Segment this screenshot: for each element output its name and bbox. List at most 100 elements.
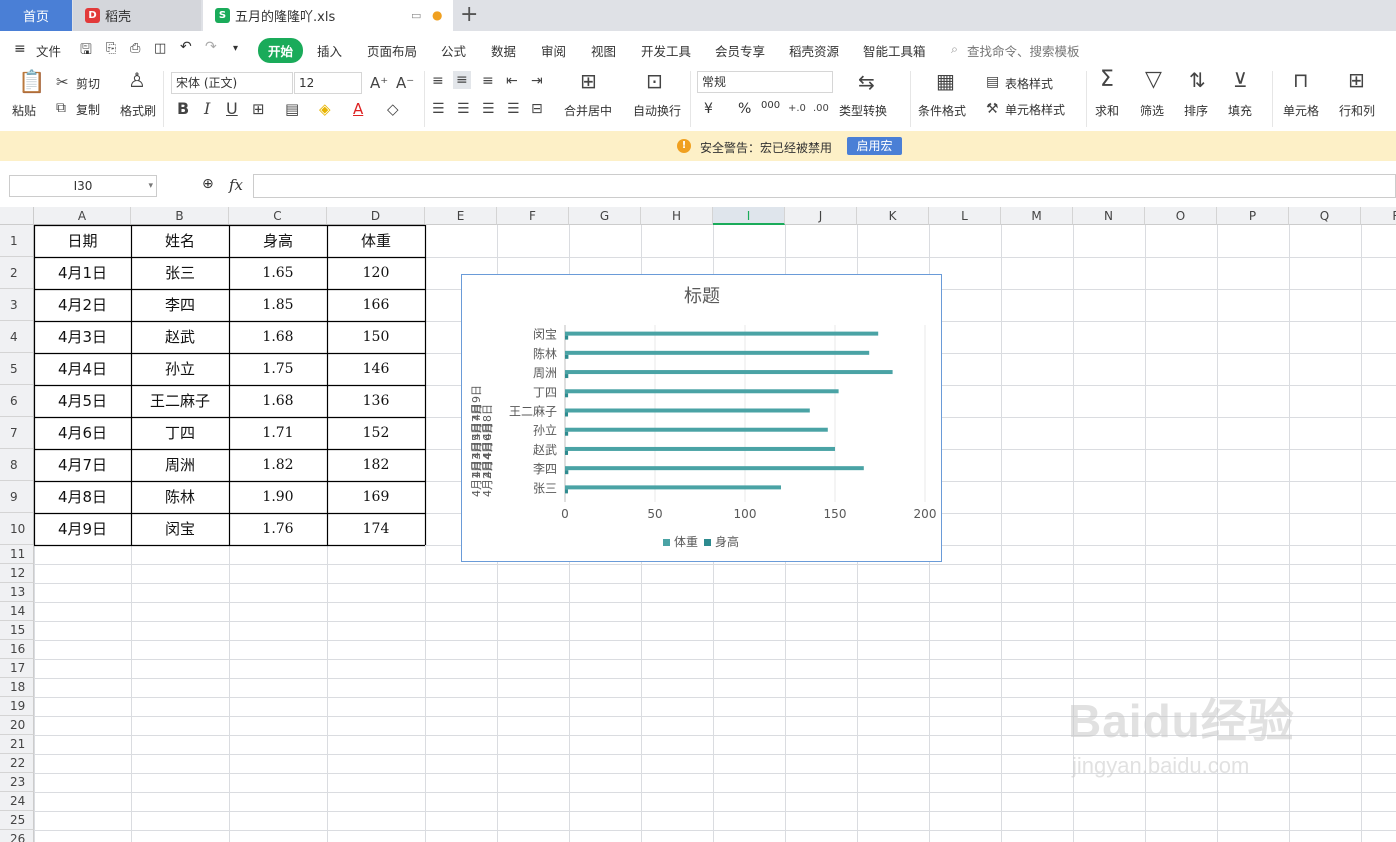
row-header[interactable]: 9	[0, 481, 34, 513]
table-cell[interactable]: 4月1日	[34, 257, 131, 289]
italic-icon[interactable]: I	[204, 100, 210, 118]
menu-data[interactable]: 数据	[491, 41, 516, 60]
row-header[interactable]: 17	[0, 659, 34, 678]
column-header[interactable]: O	[1145, 207, 1217, 225]
indent-increase-icon[interactable]: ⇥	[531, 72, 543, 90]
table-style-button[interactable]: 表格样式	[1005, 75, 1053, 92]
align-middle-icon[interactable]: ≡	[453, 71, 471, 89]
tab-file[interactable]: S 五月的隆隆吖.xls ▭ ●	[203, 0, 453, 31]
table-cell[interactable]: 152	[327, 417, 425, 449]
menu-review[interactable]: 审阅	[541, 41, 566, 60]
align-right-icon[interactable]: ☰	[482, 100, 495, 118]
decimal-increase-icon[interactable]: +.0	[788, 100, 806, 118]
table-cell[interactable]: 4月7日	[34, 449, 131, 481]
table-cell[interactable]: 174	[327, 513, 425, 545]
table-cell[interactable]: 1.68	[229, 385, 327, 417]
align-bottom-icon[interactable]: ≡	[482, 72, 494, 90]
chevron-down-icon[interactable]: ▾	[233, 43, 238, 54]
type-convert-button[interactable]: 类型转换	[839, 102, 887, 119]
redo-icon[interactable]: ↷	[205, 39, 217, 55]
column-header[interactable]: P	[1217, 207, 1289, 225]
paste-icon[interactable]: 📋	[18, 72, 45, 94]
wrap-text-button[interactable]: 自动换行	[633, 102, 681, 119]
table-cell[interactable]: 4月3日	[34, 321, 131, 353]
menu-developer[interactable]: 开发工具	[641, 41, 691, 60]
underline-icon[interactable]: U	[226, 100, 238, 118]
fill-color-icon[interactable]: ◈	[319, 100, 331, 118]
style-icon[interactable]: ▤	[285, 100, 299, 118]
menu-member[interactable]: 会员专享	[715, 41, 765, 60]
table-cell[interactable]: 张三	[131, 257, 229, 289]
table-cell[interactable]: 1.82	[229, 449, 327, 481]
search-icon[interactable]: ⌕	[951, 41, 958, 57]
row-header[interactable]: 3	[0, 289, 34, 321]
column-header[interactable]: B	[131, 207, 229, 225]
table-cell[interactable]: 孙立	[131, 353, 229, 385]
cell-style-button[interactable]: 单元格样式	[1005, 101, 1065, 118]
column-header[interactable]: D	[327, 207, 425, 225]
distribute-icon[interactable]: ⊟	[531, 100, 543, 118]
table-cell[interactable]: 李四	[131, 289, 229, 321]
table-cell[interactable]: 4月9日	[34, 513, 131, 545]
row-header[interactable]: 21	[0, 735, 34, 754]
row-header[interactable]: 19	[0, 697, 34, 716]
menu-file[interactable]: 文件	[36, 41, 61, 60]
table-cell[interactable]: 4月2日	[34, 289, 131, 321]
table-header-cell[interactable]: 身高	[229, 225, 327, 257]
font-shrink-icon[interactable]: A⁻	[396, 74, 414, 92]
table-cell[interactable]: 4月5日	[34, 385, 131, 417]
select-all-corner[interactable]	[0, 207, 34, 225]
hamburger-icon[interactable]: ≡	[14, 41, 26, 57]
format-painter-button[interactable]: 格式刷	[120, 102, 156, 119]
table-header-cell[interactable]: 体重	[327, 225, 425, 257]
table-cell[interactable]: 1.85	[229, 289, 327, 321]
row-header[interactable]: 20	[0, 716, 34, 735]
align-center-icon[interactable]: ☰	[457, 100, 470, 118]
table-cell[interactable]: 王二麻子	[131, 385, 229, 417]
cut-button[interactable]: 剪切	[76, 75, 100, 92]
eraser-icon[interactable]: ◇	[387, 100, 399, 118]
table-cell[interactable]: 1.90	[229, 481, 327, 513]
row-header[interactable]: 13	[0, 583, 34, 602]
tab-daoke[interactable]: D 稻壳	[73, 0, 201, 31]
enable-macro-button[interactable]: 启用宏	[847, 137, 902, 155]
menu-view[interactable]: 视图	[591, 41, 616, 60]
table-cell[interactable]: 1.76	[229, 513, 327, 545]
font-name-select[interactable]: 宋体 (正文)	[171, 72, 293, 94]
table-cell[interactable]: 闵宝	[131, 513, 229, 545]
menu-insert[interactable]: 插入	[317, 41, 342, 60]
menu-home[interactable]: 开始	[258, 38, 304, 63]
column-header[interactable]: Q	[1289, 207, 1361, 225]
table-cell[interactable]: 赵武	[131, 321, 229, 353]
bar-chart[interactable]: 标题 0 50 100 150 200 张三 李四 赵武 孙立 王二麻子 丁四 周洲 陈林 闵宝 4月1日 4月…	[461, 274, 942, 562]
print-icon[interactable]: ⎙	[130, 41, 140, 56]
column-header[interactable]: M	[1001, 207, 1073, 225]
command-search[interactable]: 查找命令、搜索模板	[967, 41, 1080, 60]
zoom-icon[interactable]: ⊕	[202, 176, 214, 192]
monitor-icon[interactable]: ▭	[411, 9, 421, 22]
font-size-select[interactable]: 12	[294, 72, 362, 94]
table-cell[interactable]: 120	[327, 257, 425, 289]
menu-daoke-resources[interactable]: 稻壳资源	[789, 41, 839, 60]
fx-icon[interactable]: fx	[229, 176, 243, 194]
column-header[interactable]: K	[857, 207, 929, 225]
row-header[interactable]: 14	[0, 602, 34, 621]
percent-button[interactable]: %	[738, 101, 751, 117]
table-cell[interactable]: 1.71	[229, 417, 327, 449]
table-cell[interactable]: 182	[327, 449, 425, 481]
undo-icon[interactable]: ↶	[180, 39, 192, 55]
sum-button[interactable]: 求和	[1095, 102, 1119, 119]
number-format-select[interactable]: 常规	[697, 71, 833, 93]
indent-decrease-icon[interactable]: ⇤	[506, 72, 518, 90]
merge-center-button[interactable]: 合并居中	[564, 102, 612, 119]
column-header[interactable]: R	[1361, 207, 1396, 225]
row-header[interactable]: 15	[0, 621, 34, 640]
decimal-decrease-icon[interactable]: .00	[813, 100, 829, 118]
column-header[interactable]: F	[497, 207, 569, 225]
table-cell[interactable]: 周洲	[131, 449, 229, 481]
font-color-icon[interactable]: A	[353, 100, 363, 118]
justify-icon[interactable]: ☰	[507, 100, 520, 118]
row-header[interactable]: 16	[0, 640, 34, 659]
column-header[interactable]: L	[929, 207, 1001, 225]
preview-icon[interactable]: ◫	[154, 41, 166, 56]
